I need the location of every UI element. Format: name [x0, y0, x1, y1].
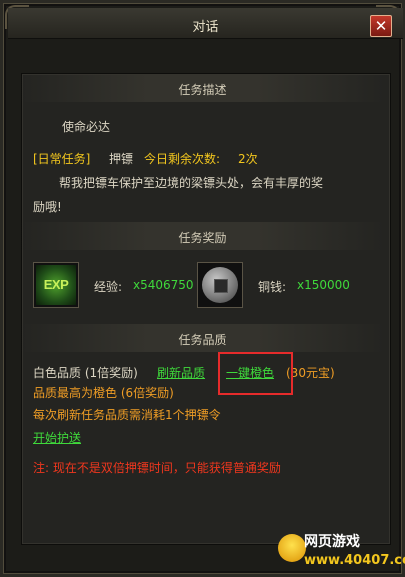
one-click-cost: (30元宝) — [286, 366, 335, 380]
watermark-text: 网页游戏 — [304, 534, 360, 550]
section-title: 任务品质 — [178, 333, 227, 347]
exp-icon: EXP — [36, 265, 76, 305]
quest-description-line1: 帮我把镖车保护至边境的梁镖头处，会有丰厚的奖 — [59, 176, 324, 190]
current-quality: 白色品质 (1倍奖励) — [33, 366, 138, 380]
exp-label: 经验: — [94, 280, 123, 294]
quest-name: 使命必达 — [62, 120, 111, 134]
highlight-box — [218, 352, 293, 395]
double-reward-notice: 注: 现在不是双倍押镖时间，只能获得普通奖励 — [33, 461, 281, 475]
copper-coin-icon — [202, 267, 238, 303]
mascot-logo-icon — [278, 534, 306, 562]
max-quality-note: 品质最高为橙色 (6倍奖励) — [33, 386, 174, 400]
exp-reward-slot[interactable]: EXP — [33, 262, 79, 308]
refresh-quality-link[interactable]: 刷新品质 — [157, 364, 205, 381]
refresh-cost-note: 每次刷新任务品质需消耗1个押镖令 — [33, 408, 221, 422]
section-title: 任务奖励 — [178, 231, 227, 245]
exp-value: x5406750 — [133, 278, 194, 292]
section-title: 任务描述 — [178, 83, 227, 97]
section-header-quality: 任务品质 — [20, 324, 385, 352]
title-bar[interactable]: 对话 ✕ — [8, 8, 403, 39]
start-escort-link[interactable]: 开始护送 — [33, 429, 81, 446]
watermark-url: www.40407.com — [304, 553, 405, 568]
copper-label: 铜钱: — [258, 280, 287, 294]
copper-reward-slot[interactable] — [197, 262, 243, 308]
remaining-label: 今日剩余次数: — [144, 152, 221, 166]
close-button[interactable]: ✕ — [370, 15, 392, 37]
quest-type: 押镖 — [109, 152, 134, 166]
section-header-rewards: 任务奖励 — [20, 222, 385, 250]
quest-tag: [日常任务] — [33, 152, 91, 166]
window-title: 对话 — [192, 20, 219, 35]
close-icon: ✕ — [374, 17, 388, 35]
copper-value: x150000 — [297, 278, 350, 292]
quest-description-line2: 励哦! — [33, 200, 62, 214]
remaining-count: 2次 — [238, 152, 258, 166]
site-watermark: 网页游戏 www.40407.com — [278, 528, 405, 574]
section-header-description: 任务描述 — [20, 74, 385, 102]
